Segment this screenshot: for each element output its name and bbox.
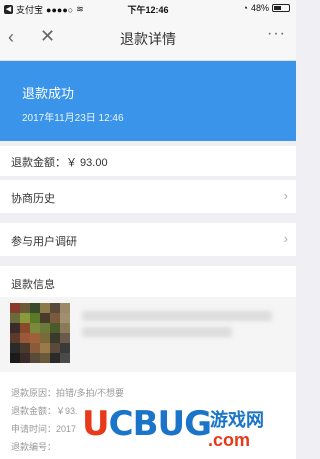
alarm-icon: ◔ bbox=[242, 3, 248, 13]
more-icon[interactable]: ··· bbox=[267, 25, 286, 43]
watermark-ucbug: UCBUG bbox=[82, 404, 212, 444]
refund-info-title: 退款信息 bbox=[11, 279, 55, 291]
refund-status-time: 2017年11月23日 12:46 bbox=[22, 113, 124, 124]
refund-amount-row: 退款金额：￥ 93.00 bbox=[0, 146, 296, 176]
battery-percent: 48% bbox=[250, 3, 269, 13]
refund-status-banner: 退款成功 2017年11月23日 12:46 bbox=[0, 61, 296, 141]
product-title-blurred-2 bbox=[82, 327, 232, 337]
status-bar: ◀ 支付宝 ●●●●○ ≋ 下午12:46 ◔ 48% bbox=[0, 0, 296, 16]
apply-time: 申请时间：2017 bbox=[11, 424, 77, 434]
user-survey-label: 参与用户调研 bbox=[11, 236, 77, 248]
product-item[interactable] bbox=[0, 297, 296, 372]
navigation-bar: ‹ ✕ 退款详情 ··· bbox=[0, 16, 296, 61]
refund-amount-detail: 退款金额：￥93. bbox=[11, 406, 78, 416]
refund-number: 退款编号： bbox=[11, 442, 57, 452]
negotiation-history-row[interactable]: 协商历史 › bbox=[0, 180, 296, 213]
status-right: ◔ 48% bbox=[243, 3, 290, 13]
refund-amount-label: 退款金额：￥ 93.00 bbox=[11, 157, 108, 169]
negotiation-history-label: 协商历史 bbox=[11, 193, 55, 205]
refund-status-text: 退款成功 bbox=[22, 86, 75, 101]
watermark-logo: UCBUG 游戏网 .com bbox=[82, 400, 292, 456]
battery-icon bbox=[272, 4, 290, 12]
chevron-right-icon: › bbox=[283, 188, 288, 203]
page-title: 退款详情 bbox=[120, 31, 176, 47]
product-title-blurred bbox=[82, 311, 272, 321]
user-survey-row[interactable]: 参与用户调研 › bbox=[0, 223, 296, 256]
watermark-cn: 游戏网 bbox=[210, 410, 264, 431]
chevron-right-icon: › bbox=[283, 231, 288, 246]
watermark-com: .com bbox=[208, 430, 251, 450]
refund-reason: 退款原因：拍错/多拍/不想要 bbox=[11, 388, 125, 398]
product-thumbnail bbox=[10, 303, 70, 363]
